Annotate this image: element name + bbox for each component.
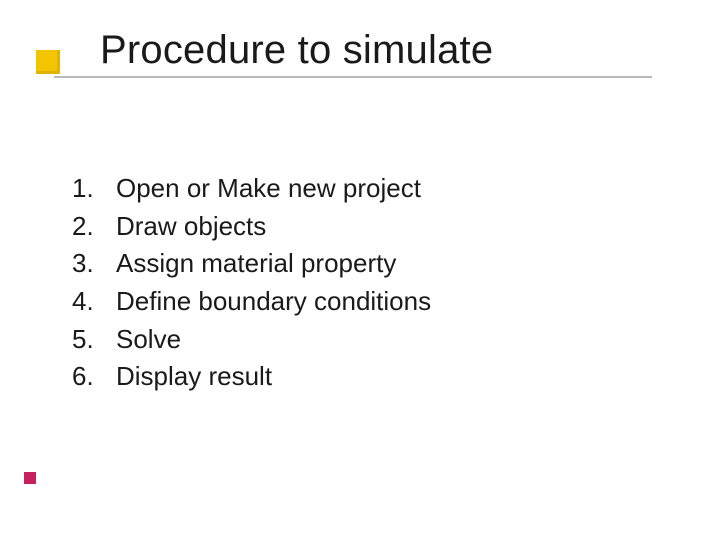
accent-square-icon (24, 472, 36, 484)
steps-list: Open or Make new project Draw objects As… (72, 170, 431, 396)
page-title: Procedure to simulate (54, 28, 493, 72)
list-number (72, 245, 108, 283)
list-number (72, 170, 108, 208)
title-block: Procedure to simulate (36, 28, 652, 78)
slide: Procedure to simulate Open or Make new p… (0, 0, 720, 540)
list-text: Solve (108, 321, 181, 359)
list-item: Solve (72, 321, 431, 359)
list-item: Draw objects (72, 208, 431, 246)
list-text: Display result (108, 358, 272, 396)
list-text: Draw objects (108, 208, 266, 246)
list-item: Open or Make new project (72, 170, 431, 208)
list-text: Assign material property (108, 245, 396, 283)
list-item: Display result (72, 358, 431, 396)
list-number (72, 283, 108, 321)
list-text: Define boundary conditions (108, 283, 431, 321)
list-number (72, 208, 108, 246)
list-text: Open or Make new project (108, 170, 421, 208)
list-number (72, 358, 108, 396)
list-item: Assign material property (72, 245, 431, 283)
list-item: Define boundary conditions (72, 283, 431, 321)
list-number (72, 321, 108, 359)
title-underline: Procedure to simulate (54, 28, 652, 78)
body: Open or Make new project Draw objects As… (72, 170, 431, 396)
